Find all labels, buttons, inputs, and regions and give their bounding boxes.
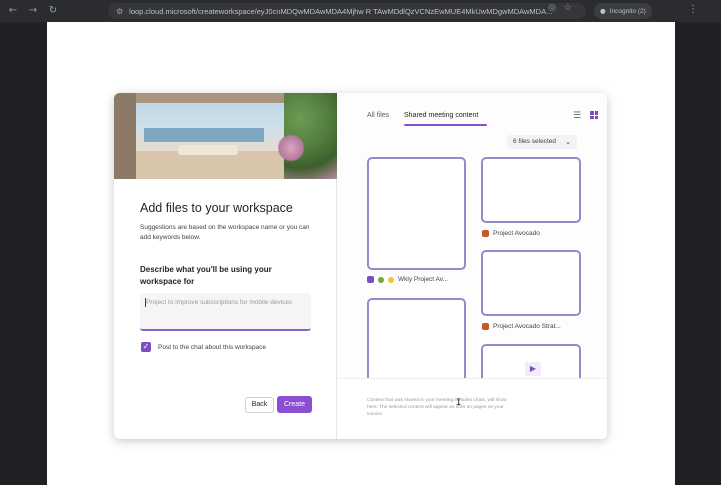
file-name: Project Avocado xyxy=(493,230,540,237)
file-card[interactable] xyxy=(367,157,466,270)
star-icon[interactable]: ☆ xyxy=(564,3,572,13)
dialog-right-pane: All files Shared meeting content ☰ 6 fil… xyxy=(337,93,607,439)
text-cursor xyxy=(145,298,146,307)
post-to-chat-checkbox[interactable]: ✓ xyxy=(141,342,151,352)
active-tab-indicator xyxy=(404,124,487,126)
incognito-label: Incognito (2) xyxy=(609,7,646,15)
file-card[interactable] xyxy=(481,250,581,316)
files-selected-dropdown[interactable]: 6 files selected ⌄ xyxy=(507,135,577,149)
incognito-icon: ● xyxy=(600,7,606,15)
dialog-left-pane: Add files to your workspace Suggestions … xyxy=(114,93,337,439)
file-card-label[interactable]: Project Avocado xyxy=(482,230,540,237)
files-selected-label: 6 files selected xyxy=(513,138,556,145)
sparkle-emoji-icon xyxy=(388,276,394,283)
address-bar[interactable]: ⚙ loop.cloud.microsoft/createworkspace/e… xyxy=(108,3,586,19)
list-view-icon[interactable]: ☰ xyxy=(573,111,581,121)
chevron-down-icon: ⌄ xyxy=(565,138,571,146)
shared-content-note: Content that was shared in your meeting … xyxy=(367,398,507,417)
workspace-purpose-input[interactable]: Project to improve subscriptions for mob… xyxy=(140,293,311,331)
file-card[interactable] xyxy=(367,298,466,388)
eye-off-icon[interactable]: ◎ xyxy=(548,3,556,13)
tab-shared-meeting-content[interactable]: Shared meeting content xyxy=(404,112,478,119)
powerpoint-file-icon xyxy=(482,323,489,330)
forward-icon[interactable]: → xyxy=(26,4,40,18)
page-content: Add files to your workspace Suggestions … xyxy=(47,22,675,485)
file-card[interactable] xyxy=(481,157,581,223)
dialog-title: Add files to your workspace xyxy=(140,201,293,215)
reload-icon[interactable]: ↻ xyxy=(46,4,60,18)
address-bar-actions: ◎ ☆ xyxy=(548,3,572,13)
file-name: Wkly Project Av... xyxy=(398,276,448,283)
browser-toolbar: ← → ↻ ⚙ loop.cloud.microsoft/createworks… xyxy=(0,0,721,22)
mouse-cursor-icon: I xyxy=(456,398,462,408)
file-card-label[interactable]: Wkly Project Av... xyxy=(367,276,448,283)
workspace-purpose-label: Describe what you'll be using your works… xyxy=(140,265,272,286)
add-files-dialog: Add files to your workspace Suggestions … xyxy=(114,93,607,439)
tab-all-files[interactable]: All files xyxy=(367,112,389,119)
site-info-icon[interactable]: ⚙ xyxy=(116,7,123,16)
post-to-chat-label[interactable]: Post to the chat about this workspace xyxy=(158,344,266,351)
avocado-emoji-icon xyxy=(378,276,384,283)
incognito-badge[interactable]: ● Incognito (2) xyxy=(594,3,652,19)
back-icon[interactable]: ← xyxy=(6,4,20,18)
grid-view-icon[interactable] xyxy=(590,111,598,119)
create-button[interactable]: Create xyxy=(277,396,312,413)
back-button[interactable]: Back xyxy=(245,397,274,413)
more-icon[interactable]: ⋮ xyxy=(688,4,698,15)
file-card-label[interactable]: Project Avocado Strat... xyxy=(482,323,561,330)
file-name: Project Avocado Strat... xyxy=(493,323,561,330)
play-icon: ▶ xyxy=(525,362,541,376)
dialog-description: Suggestions are based on the workspace n… xyxy=(140,224,310,241)
hero-image xyxy=(114,93,337,179)
powerpoint-file-icon xyxy=(482,230,489,237)
address-bar-url[interactable]: loop.cloud.microsoft/createworkspace/eyJ… xyxy=(129,7,552,16)
loop-file-icon xyxy=(367,276,374,283)
post-to-chat-option[interactable]: ✓ Post to the chat about this workspace xyxy=(141,342,266,352)
workspace-purpose-placeholder: Project to improve subscriptions for mob… xyxy=(146,299,293,306)
